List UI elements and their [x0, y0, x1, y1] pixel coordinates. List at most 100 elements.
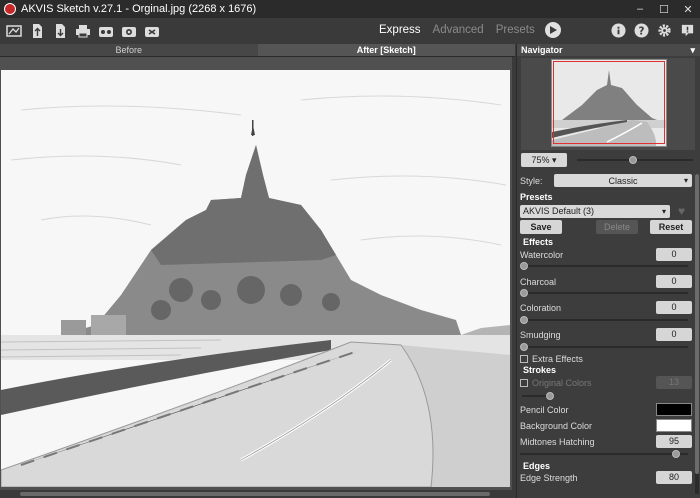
smudging-slider-knob[interactable]	[520, 343, 528, 351]
smudging-slider[interactable]	[520, 343, 688, 351]
watercolor-slider[interactable]	[520, 262, 688, 270]
midtones-hatching-slider[interactable]	[520, 450, 688, 458]
extra-effects-checkbox[interactable]	[520, 355, 528, 363]
window-title: AKVIS Sketch v.27.1 - Orginal.jpg (2268 …	[21, 3, 257, 15]
info-icon[interactable]	[610, 22, 627, 39]
panel-scrollbar[interactable]	[695, 174, 699, 494]
akvis-logo-icon	[4, 3, 16, 15]
title-bar: AKVIS Sketch v.27.1 - Orginal.jpg (2268 …	[0, 0, 700, 18]
sketch-canvas[interactable]	[1, 70, 510, 487]
coloration-value[interactable]: 0	[656, 301, 692, 314]
style-select[interactable]: Classic ▾	[554, 174, 692, 187]
strokes-label: Strokes	[523, 365, 557, 375]
extra-effects-row: Extra Effects	[520, 354, 692, 364]
midtones-hatching-label: Midtones Hatching	[520, 436, 595, 447]
panel-menu-icon[interactable]: ▾	[690, 44, 695, 56]
charcoal-slider-row	[520, 289, 692, 297]
watercolor-row: Watercolor 0	[520, 248, 692, 261]
background-color-swatch[interactable]	[656, 419, 692, 432]
zoom-slider[interactable]	[577, 156, 693, 164]
midtones-slider-row	[520, 450, 692, 458]
watercolor-slider-knob[interactable]	[520, 262, 528, 270]
favorite-heart-icon[interactable]: ♥	[678, 204, 685, 218]
preset-value: AKVIS Default (3)	[523, 206, 595, 216]
strokes-heading-row: Strokes	[523, 365, 695, 375]
svg-text:?: ?	[639, 25, 645, 37]
edges-label: Edges	[523, 461, 551, 471]
load-icon[interactable]	[28, 22, 46, 40]
save-preset-button[interactable]: Save	[520, 220, 562, 234]
view-tabs: Before After [Sketch]	[0, 44, 515, 57]
midtones-hatching-row: Midtones Hatching 95	[520, 435, 692, 448]
mode-advanced[interactable]: Advanced	[433, 24, 484, 36]
print-icon[interactable]	[74, 22, 92, 40]
original-colors-label: Original Colors	[532, 377, 592, 388]
coloration-row: Coloration 0	[520, 301, 692, 314]
original-colors-value: 13	[656, 376, 692, 389]
horizontal-scrollbar[interactable]	[0, 490, 512, 498]
style-value: Classic	[608, 175, 638, 186]
midtones-hatching-slider-knob[interactable]	[671, 450, 680, 458]
tab-after[interactable]: After [Sketch]	[257, 44, 515, 56]
midtones-hatching-value[interactable]: 95	[656, 435, 692, 448]
watercolor-value[interactable]: 0	[656, 248, 692, 261]
mode-express[interactable]: Express	[379, 24, 421, 36]
style-row: Style: Classic ▾	[520, 174, 692, 187]
charcoal-row: Charcoal 0	[520, 275, 692, 288]
pencil-color-label: Pencil Color	[520, 404, 569, 415]
preset-select[interactable]: AKVIS Default (3) ▾	[520, 204, 670, 218]
panel-scroll-thumb[interactable]	[695, 174, 699, 474]
close-button[interactable]: ✕	[676, 0, 700, 18]
original-colors-row: Original Colors 13	[520, 376, 692, 389]
navigator-viewport-frame[interactable]	[553, 61, 665, 144]
charcoal-slider-knob[interactable]	[520, 289, 528, 297]
smudging-slider-row	[520, 343, 692, 351]
image-workspace	[0, 57, 512, 490]
background-color-row: Background Color	[520, 419, 692, 432]
smudging-value[interactable]: 0	[656, 328, 692, 341]
delete-preset-button[interactable]: Delete	[596, 220, 638, 234]
notification-icon[interactable]	[679, 22, 696, 39]
smudging-row: Smudging 0	[520, 328, 692, 341]
zoom-slider-knob[interactable]	[629, 156, 637, 164]
batch-icon[interactable]	[97, 22, 115, 40]
smudging-label: Smudging	[520, 329, 561, 340]
share-icon[interactable]	[120, 22, 138, 40]
mode-presets[interactable]: Presets	[496, 24, 535, 36]
pencil-color-swatch[interactable]	[656, 403, 692, 416]
zoom-control: 75% ▾	[521, 152, 697, 168]
edge-strength-value[interactable]: 80	[656, 471, 692, 484]
settings-icon[interactable]	[656, 22, 673, 39]
maximize-button[interactable]: ☐	[652, 0, 676, 18]
navigator-preview	[521, 58, 695, 150]
original-colors-slider-row	[520, 392, 692, 400]
reset-preset-button[interactable]: Reset	[650, 220, 692, 234]
style-label: Style:	[520, 175, 543, 186]
original-colors-slider-knob	[546, 392, 554, 400]
charcoal-value[interactable]: 0	[656, 275, 692, 288]
sketch-image	[1, 95, 510, 487]
navigator-title: Navigator	[521, 45, 563, 55]
run-icon[interactable]	[544, 22, 561, 38]
zoom-select[interactable]: 75% ▾	[521, 153, 567, 167]
watercolor-slider-row	[520, 262, 692, 270]
navigator-header: Navigator ▾	[517, 44, 700, 56]
presets-heading-row: Presets	[520, 192, 692, 202]
open-icon[interactable]	[5, 22, 23, 40]
save-icon[interactable]	[51, 22, 69, 40]
original-colors-slider	[522, 392, 554, 400]
horizontal-scroll-thumb[interactable]	[20, 492, 490, 496]
coloration-slider-knob[interactable]	[520, 316, 528, 324]
toolbar: Express Advanced Presets ?	[0, 18, 700, 44]
original-colors-checkbox[interactable]	[520, 378, 528, 387]
coloration-slider[interactable]	[520, 316, 688, 324]
navigator-thumbnail[interactable]	[551, 59, 667, 147]
help-icon[interactable]: ?	[633, 22, 650, 39]
settings-panel: Navigator ▾ 75% ▾ Style: Classic ▾ Prese…	[516, 44, 700, 498]
preset-buttons-row: Save Delete Reset	[520, 220, 692, 234]
charcoal-label: Charcoal	[520, 276, 557, 287]
minimize-button[interactable]: –	[628, 0, 652, 18]
tab-before[interactable]: Before	[0, 44, 258, 56]
charcoal-slider[interactable]	[520, 289, 688, 297]
plugin-icon[interactable]	[143, 22, 161, 40]
